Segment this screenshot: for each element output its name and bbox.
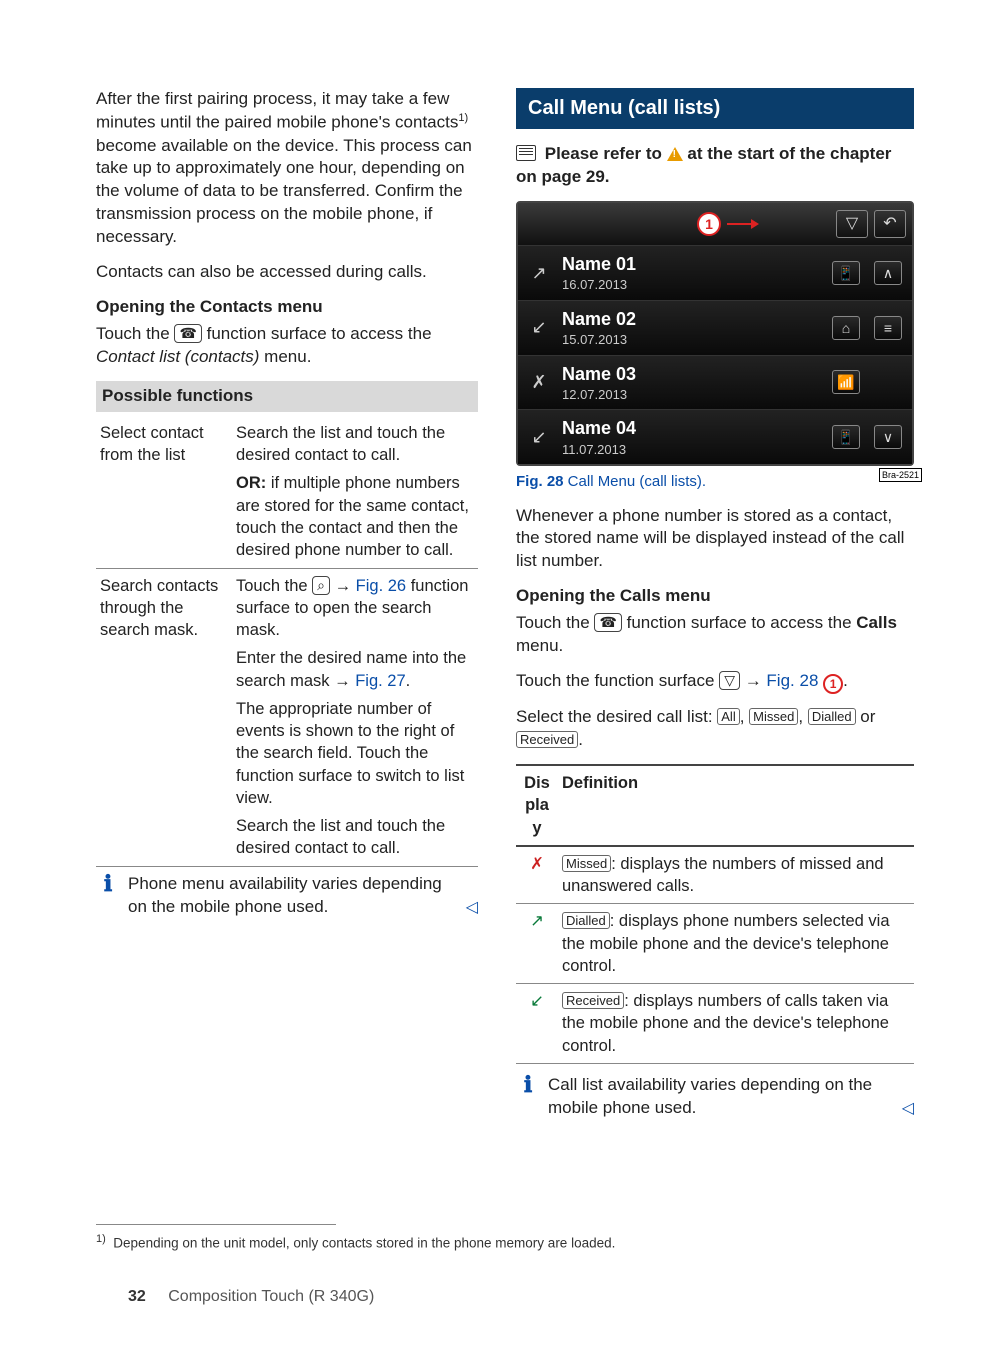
call-name: Name 02 — [562, 307, 820, 331]
call-name: Name 03 — [562, 362, 820, 386]
figure-caption: Fig. 28 Call Menu (call lists). — [516, 472, 914, 492]
definition-table: Display Definition ✗ Missed: displays th… — [516, 764, 914, 1064]
call-date: 12.07.2013 — [562, 386, 820, 404]
signal-icon: 📶 — [832, 370, 860, 394]
footnote: 1) Depending on the unit model, only con… — [96, 1232, 615, 1253]
received-row-icon: ↙ — [516, 984, 558, 1064]
back-button[interactable]: ↶ — [874, 210, 906, 238]
warning-icon — [667, 147, 683, 161]
call-date: 11.07.2013 — [562, 441, 820, 459]
doc-title: Composition Touch (R 340G) — [168, 1288, 374, 1305]
call-row[interactable]: ✗ Name 03 12.07.2013 📶 — [518, 355, 912, 410]
left-note: ℹ Phone menu availability varies dependi… — [96, 873, 478, 919]
calls-icon: ☎ — [594, 613, 621, 632]
fig28-link[interactable]: Fig. 28 — [766, 671, 818, 690]
row1-label: Select contact from the list — [96, 416, 232, 568]
footnote-ref: 1) — [458, 112, 468, 124]
footnote-divider — [96, 1224, 336, 1225]
callout-ref-1: 1 — [823, 674, 843, 694]
mobile-icon: 📱 — [832, 425, 860, 449]
dialled-row-text: Dialled: displays phone numbers selected… — [558, 904, 914, 984]
book-icon — [516, 145, 536, 161]
call-list-screenshot: 1 ▽ ↶ ↗ Name 01 16.07.2013 📱 ∧ — [516, 201, 914, 466]
touch-instruction: Touch the ☎ function surface to access t… — [96, 323, 478, 369]
callout-1: 1 — [697, 212, 757, 236]
scroll-down-button[interactable]: ∨ — [874, 425, 902, 449]
call-name: Name 01 — [562, 252, 820, 276]
section-title: Call Menu (call lists) — [516, 88, 914, 129]
th-display: Display — [516, 765, 558, 846]
possible-functions-header: Possible functions — [96, 381, 478, 412]
missed-row-icon: ✗ — [516, 846, 558, 904]
incoming-icon: ↙ — [526, 425, 552, 449]
home-icon: ⌂ — [832, 316, 860, 340]
intro-2: become available on the device. This pro… — [96, 136, 472, 247]
dialled-row-icon: ↗ — [516, 904, 558, 984]
figure-28: 1 ▽ ↶ ↗ Name 01 16.07.2013 📱 ∧ — [516, 201, 914, 466]
call-row[interactable]: ↙ Name 04 11.07.2013 📱 ∨ — [518, 409, 912, 464]
page-footer: 32 Composition Touch (R 340G) — [128, 1286, 374, 1308]
right-column: Call Menu (call lists) Please refer to a… — [516, 88, 914, 1120]
th-definition: Definition — [558, 765, 914, 846]
right-note: ℹ Call list availability varies dependin… — [516, 1074, 914, 1120]
call-date: 16.07.2013 — [562, 276, 820, 294]
page-number: 32 — [128, 1288, 146, 1305]
received-key: Received — [516, 731, 578, 748]
mobile-icon: 📱 — [832, 261, 860, 285]
image-ref: Bra-2521 — [879, 468, 922, 482]
phonebook-icon: ☎ — [174, 324, 201, 343]
please-refer: Please refer to at the start of the chap… — [516, 143, 914, 189]
info-icon: ℹ — [96, 873, 120, 919]
all-key: All — [717, 708, 739, 725]
intro-paragraph: After the first pairing process, it may … — [96, 88, 478, 249]
dropdown-icon: ▽ — [719, 671, 740, 690]
missed-icon: ✗ — [526, 370, 552, 394]
row1-desc: Search the list and touch the desired co… — [232, 416, 478, 568]
touch-dropdown: Touch the function surface ▽ → Fig. 28 1… — [516, 670, 914, 694]
p2: Contacts can also be accessed during cal… — [96, 261, 478, 284]
outgoing-icon: ↗ — [526, 261, 552, 285]
left-column: After the first pairing process, it may … — [96, 88, 478, 1120]
call-row[interactable]: ↗ Name 01 16.07.2013 📱 ∧ — [518, 245, 912, 300]
row2-desc: Touch the ⌕ → Fig. 26 function surface t… — [232, 568, 478, 866]
touch-calls: Touch the ☎ function surface to access t… — [516, 612, 914, 658]
section-end-icon: ◁ — [902, 1098, 914, 1120]
received-row-text: Received: displays numbers of calls take… — [558, 984, 914, 1064]
info-icon: ℹ — [516, 1074, 540, 1120]
missed-row-text: Missed: displays the numbers of missed a… — [558, 846, 914, 904]
opening-calls-heading: Opening the Calls menu — [516, 585, 914, 608]
call-name: Name 04 — [562, 416, 820, 440]
incoming-icon: ↙ — [526, 315, 552, 339]
list-button[interactable]: ≡ — [874, 316, 902, 340]
call-date: 15.07.2013 — [562, 331, 820, 349]
section-end-icon: ◁ — [466, 897, 478, 919]
dropdown-button[interactable]: ▽ — [836, 210, 868, 238]
fig27-link[interactable]: Fig. 27 — [355, 672, 405, 690]
callout-arrow-icon — [727, 223, 757, 225]
call-row[interactable]: ↙ Name 02 15.07.2013 ⌂ ≡ — [518, 300, 912, 355]
opening-contacts-heading: Opening the Contacts menu — [96, 296, 478, 319]
dialled-key: Dialled — [808, 708, 856, 725]
functions-table: Select contact from the list Search the … — [96, 416, 478, 867]
search-icon: ⌕ — [312, 576, 330, 595]
row2-label: Search contacts through the search mask. — [96, 568, 232, 866]
fig26-link[interactable]: Fig. 26 — [356, 577, 406, 595]
intro-1: After the first pairing process, it may … — [96, 89, 458, 132]
scroll-up-button[interactable]: ∧ — [874, 261, 902, 285]
screenshot-header: 1 ▽ ↶ — [518, 203, 912, 245]
missed-key: Missed — [749, 708, 798, 725]
select-list: Select the desired call list: All, Misse… — [516, 706, 914, 752]
para-stored: Whenever a phone number is stored as a c… — [516, 505, 914, 574]
